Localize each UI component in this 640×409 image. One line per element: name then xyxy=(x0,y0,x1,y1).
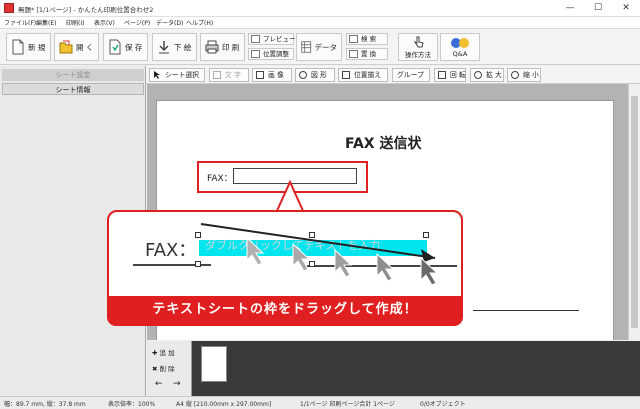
pointer-hand-icon xyxy=(413,36,424,47)
menu-file[interactable]: ファイル(F) xyxy=(4,18,36,27)
align-button[interactable]: 位置揃え xyxy=(338,68,388,82)
shape-tool-button[interactable]: 図 形 xyxy=(295,68,335,82)
preview-button[interactable]: プレビュー xyxy=(248,33,296,45)
rotate-button[interactable]: 回 転 xyxy=(434,68,466,82)
download-arrow-icon xyxy=(159,41,169,54)
signature-line xyxy=(473,310,579,311)
callout-caption: テキストシートの枠をドラッグして作成！ xyxy=(107,296,463,326)
menu-print[interactable]: 印刷(I) xyxy=(66,18,84,27)
print-button[interactable]: 印 刷 xyxy=(200,33,245,61)
data-sheet-icon xyxy=(301,41,312,53)
replace-button[interactable]: 置 換 xyxy=(346,48,388,60)
minimize-button[interactable]: — xyxy=(556,0,584,16)
delete-x-icon: ✖ xyxy=(152,365,158,373)
drag-arrow-icon xyxy=(200,223,439,286)
fax-heading: FAX 送信状 xyxy=(345,136,422,152)
search-icon xyxy=(349,35,358,43)
menu-data[interactable]: データ(D) xyxy=(156,18,183,27)
zoom-in-button[interactable]: 拡 大 xyxy=(470,68,504,82)
zoom-out-button[interactable]: 縮 小 xyxy=(507,68,541,82)
scrollbar-thumb[interactable] xyxy=(631,96,638,328)
close-button[interactable]: ✕ xyxy=(612,0,640,16)
new-document-icon xyxy=(12,39,24,55)
status-size: 幅：89.7 mm, 縦：37.8 mm xyxy=(4,401,86,408)
shape-tool-icon xyxy=(299,71,307,79)
printer-icon xyxy=(205,40,219,54)
zoom-out-icon xyxy=(511,71,519,79)
fax-label: FAX： xyxy=(207,174,233,184)
group-button[interactable]: グループ xyxy=(392,68,430,82)
position-adjust-button[interactable]: 位置調整 xyxy=(248,48,294,60)
align-icon xyxy=(342,71,350,79)
image-tool-icon xyxy=(256,71,264,79)
preview-icon xyxy=(251,35,260,43)
window-title: 無題* [1/1ページ] - かんたん印刷位置合わせ2 xyxy=(18,6,154,14)
menu-help[interactable]: ヘルプ(H) xyxy=(186,18,213,27)
cursor-arrow-icon xyxy=(154,71,160,79)
underlay-button[interactable]: 下 絵 xyxy=(152,33,197,61)
new-button[interactable]: 新 規 xyxy=(6,33,51,61)
how-to-button[interactable]: 操作方法 xyxy=(398,33,438,61)
qa-button[interactable]: Q&A xyxy=(440,33,480,61)
plus-icon: ✚ xyxy=(152,349,158,357)
open-folder-icon xyxy=(59,40,73,54)
app-icon xyxy=(4,3,14,13)
menu-bar: ファイル(F) 編集(E) 印刷(I) 表示(V) ページ(P) データ(D) … xyxy=(0,17,640,28)
sheet-settings-tab[interactable]: シート設定 xyxy=(2,69,144,81)
open-button[interactable]: 開 く xyxy=(54,33,99,61)
search-button[interactable]: 検 索 xyxy=(346,33,388,45)
sheet-info-tab[interactable]: シート情報 xyxy=(2,83,144,95)
status-bar: 幅：89.7 mm, 縦：37.8 mm 表示倍率：100% A4 縦 [210… xyxy=(0,396,640,409)
prev-page-button[interactable]: ← xyxy=(155,379,163,389)
main-toolbar: 新 規 開 く 保 存 下 絵 印 刷 プレビュー 位置調整 データ 検 索 置… xyxy=(0,28,640,65)
text-tool-icon xyxy=(213,71,221,79)
zoom-in-icon xyxy=(474,71,482,79)
qa-bubble-icon xyxy=(451,37,469,48)
menu-edit[interactable]: 編集(E) xyxy=(36,18,56,27)
status-zoom: 表示倍率：100% xyxy=(108,401,156,408)
save-icon xyxy=(109,39,121,55)
next-page-button[interactable]: → xyxy=(173,379,181,389)
image-tool-button[interactable]: 画 像 xyxy=(252,68,292,82)
callout-pointer xyxy=(275,180,305,214)
page-thumbnail[interactable] xyxy=(201,346,227,382)
object-toolbar: シート選択 文 字 画 像 図 形 位置揃え グループ 回 転 拡 大 縮 小 xyxy=(146,66,640,84)
sheet-select-button[interactable]: シート選択 xyxy=(149,68,205,82)
position-adjust-icon xyxy=(251,50,260,58)
add-page-button[interactable]: ✚ 追 加 xyxy=(152,347,175,357)
status-objects: 0/0オブジェクト xyxy=(420,401,466,408)
replace-icon xyxy=(349,50,358,58)
text-tool-button[interactable]: 文 字 xyxy=(209,68,249,82)
title-bar: 無題* [1/1ページ] - かんたん印刷位置合わせ2 — ☐ ✕ xyxy=(0,0,640,17)
status-paper: A4 縦 [210.00mm x 297.00mm] xyxy=(176,401,272,408)
thumbnail-controls: ✚ 追 加 ✖ 削 除 ← → xyxy=(147,341,192,396)
data-button[interactable]: データ xyxy=(296,33,342,61)
save-button[interactable]: 保 存 xyxy=(103,33,148,61)
page-thumbnail-strip xyxy=(147,341,640,396)
menu-page[interactable]: ページ(P) xyxy=(124,18,150,27)
rotate-icon xyxy=(438,71,446,79)
status-pages: 1/1ページ 印刷ページ合計 1ページ xyxy=(300,401,395,408)
vertical-scrollbar[interactable] xyxy=(628,84,640,340)
delete-page-button[interactable]: ✖ 削 除 xyxy=(152,363,175,373)
maximize-button[interactable]: ☐ xyxy=(584,0,612,16)
menu-view[interactable]: 表示(V) xyxy=(94,18,115,27)
